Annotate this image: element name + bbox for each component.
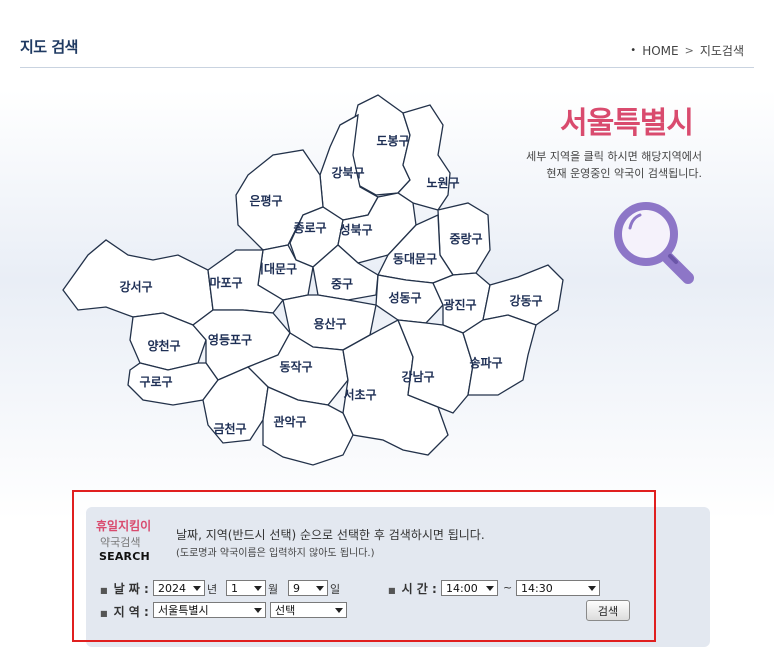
svg-text:성동구: 성동구 — [388, 291, 421, 305]
district-gangseo[interactable]: 강서구 — [62, 239, 214, 326]
seoul-map: 도봉구 강북구 노원구 은평구 종로구 성북구 중랑구 동대문구 서대문구 강서… — [58, 94, 588, 485]
svg-text:중랑구: 중랑구 — [449, 232, 482, 246]
svg-text:광진구: 광진구 — [443, 297, 476, 312]
page-title: 지도 검색 — [20, 38, 78, 56]
breadcrumb-home[interactable]: HOME — [642, 44, 678, 58]
magnifier-icon — [614, 202, 694, 284]
district-dobong[interactable]: 도봉구 — [350, 94, 411, 196]
svg-text:동대문구: 동대문구 — [393, 252, 437, 266]
svg-text:도봉구: 도봉구 — [376, 134, 409, 148]
svg-text:노원구: 노원구 — [426, 176, 459, 190]
svg-text:금천구: 금천구 — [213, 421, 246, 436]
svg-text:구로구: 구로구 — [139, 375, 172, 389]
highlight-frame — [72, 490, 656, 642]
svg-text:용산구: 용산구 — [313, 316, 346, 331]
header-divider — [20, 67, 754, 68]
chevron-right-icon: > — [684, 44, 694, 57]
svg-text:중구: 중구 — [331, 277, 353, 291]
breadcrumb-current: 지도검색 — [699, 44, 744, 58]
svg-text:강남구: 강남구 — [401, 369, 434, 384]
svg-text:성북구: 성북구 — [339, 223, 372, 237]
svg-text:동작구: 동작구 — [279, 359, 312, 374]
bullet-icon: • — [630, 45, 637, 56]
svg-text:강서구: 강서구 — [119, 279, 152, 294]
svg-text:강동구: 강동구 — [509, 294, 542, 308]
svg-text:송파구: 송파구 — [469, 355, 502, 370]
district-songpa[interactable]: 송파구 — [462, 314, 537, 396]
breadcrumb: • HOME > 지도검색 — [630, 42, 744, 59]
svg-text:은평구: 은평구 — [249, 194, 282, 208]
svg-text:서초구: 서초구 — [343, 387, 376, 402]
svg-text:양천구: 양천구 — [147, 338, 180, 353]
svg-text:마포구: 마포구 — [209, 275, 242, 290]
district-nowon[interactable]: 노원구 — [397, 104, 460, 211]
svg-text:강북구: 강북구 — [331, 166, 364, 180]
svg-text:종로구: 종로구 — [293, 221, 326, 235]
district-gangdong[interactable]: 강동구 — [482, 264, 564, 326]
svg-text:영등포구: 영등포구 — [208, 332, 252, 347]
svg-text:관악구: 관악구 — [273, 414, 306, 429]
